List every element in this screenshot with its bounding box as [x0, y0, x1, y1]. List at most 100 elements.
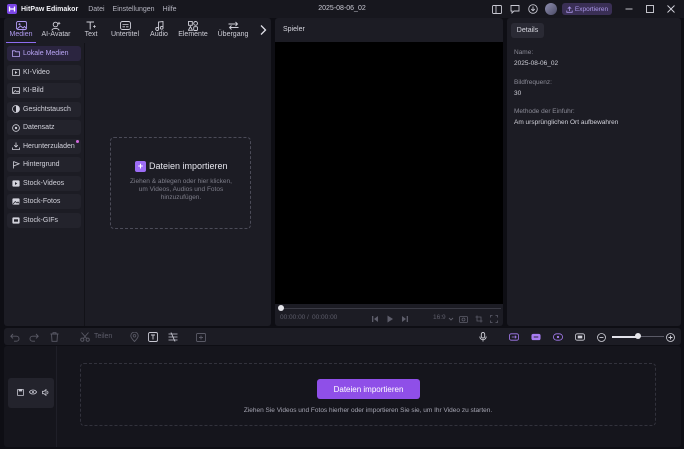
- dataset-icon: [12, 123, 20, 132]
- close-button[interactable]: [663, 0, 679, 18]
- timeline-hint: Ziehen Sie Videos und Fotos hierher oder…: [243, 407, 493, 414]
- category-gesichtstausch[interactable]: Gesichtstausch: [7, 101, 81, 117]
- timeline-toolbar: Teilen: [4, 328, 681, 345]
- add-media-icon[interactable]: [196, 332, 206, 342]
- menu-hilfe[interactable]: Hilfe: [163, 6, 177, 13]
- track-visibility-icon[interactable]: [29, 388, 37, 396]
- media-import-dropzone[interactable]: + Dateien importieren Ziehen & ablegen o…: [110, 137, 251, 229]
- minimize-button[interactable]: [621, 0, 637, 18]
- tab-audio[interactable]: Audio: [144, 18, 174, 43]
- menu-einstellungen[interactable]: Einstellungen: [113, 6, 155, 13]
- tab-elemente[interactable]: Elemente: [174, 18, 212, 43]
- redo-icon[interactable]: [29, 332, 39, 342]
- tab-ai-avatar[interactable]: AI-Avatar: [36, 18, 76, 43]
- subtitle-icon: [119, 20, 131, 31]
- category-label: Stock-Fotos: [23, 198, 61, 205]
- time-separator: /: [307, 314, 309, 321]
- export-label: Exportieren: [574, 5, 609, 13]
- link-tracks-icon[interactable]: [531, 332, 541, 342]
- track-save-icon[interactable]: [16, 388, 24, 396]
- timeline-dropzone[interactable]: Dateien importieren Ziehen Sie Videos un…: [80, 363, 656, 426]
- category-label: KI-Bild: [23, 87, 44, 94]
- category-lokale-medien[interactable]: Lokale Medien: [7, 46, 81, 61]
- microphone-icon[interactable]: [478, 332, 488, 342]
- zoom-slider-handle[interactable]: [635, 333, 641, 339]
- tabs-next-arrow-icon[interactable]: [258, 24, 268, 36]
- snap-icon[interactable]: [509, 332, 519, 342]
- menu-datei[interactable]: Datei: [88, 6, 104, 13]
- user-avatar[interactable]: [545, 3, 557, 15]
- category-stock-fotos[interactable]: Stock-Fotos: [7, 194, 81, 209]
- timeline-import-button[interactable]: Dateien importieren: [317, 379, 420, 399]
- details-panel: Details Name: 2025-08-06_02 Bildfrequenz…: [507, 18, 681, 326]
- tab-uebergang[interactable]: Übergang: [212, 18, 254, 43]
- play-icon[interactable]: [385, 314, 394, 323]
- time-current: 00:00:00: [280, 314, 306, 321]
- timeline-area: Dateien importieren Ziehen Sie Videos un…: [4, 346, 681, 447]
- category-label: Stock-Videos: [23, 179, 65, 187]
- track-audio-icon[interactable]: [42, 388, 50, 396]
- auto-subtitle-icon[interactable]: [168, 332, 178, 342]
- export-button[interactable]: Exportieren: [562, 3, 612, 15]
- media-panel: Medien AI-Avatar Text Untertitel Audio E…: [4, 18, 271, 326]
- magnet-icon[interactable]: [553, 332, 563, 342]
- close-icon: [667, 5, 675, 13]
- stock-video-icon: [12, 179, 20, 187]
- category-label: Datensatz: [23, 124, 55, 131]
- category-herunterzuladen[interactable]: Herunterzuladen: [7, 138, 81, 154]
- chevron-down-icon[interactable]: [446, 314, 455, 323]
- tab-medien-label: Medien: [9, 31, 33, 38]
- category-hintergrund[interactable]: Hintergrund: [7, 157, 81, 172]
- marker-icon[interactable]: [129, 332, 139, 342]
- tab-ai-avatar-label: AI-Avatar: [41, 31, 71, 38]
- video-icon: [12, 68, 20, 76]
- gif-icon: [12, 216, 20, 224]
- category-label: Lokale Medien: [23, 50, 69, 57]
- playback-progress-track[interactable]: [279, 308, 501, 309]
- tab-text-label: Text: [84, 31, 98, 38]
- export-icon: [566, 5, 573, 13]
- delete-icon[interactable]: [49, 332, 59, 342]
- player-panel: Spieler 00:00:00 / 00:00:00 16:9: [275, 18, 503, 326]
- name-label: Name:: [514, 49, 534, 56]
- category-stock-videos[interactable]: Stock-Videos: [7, 175, 81, 191]
- tab-details[interactable]: Details: [511, 23, 544, 38]
- tab-medien[interactable]: Medien: [6, 18, 36, 43]
- aspect-ratio-select[interactable]: 16:9: [433, 314, 446, 321]
- maximize-button[interactable]: [642, 0, 658, 18]
- feedback-icon[interactable]: [509, 3, 521, 15]
- layout-icon[interactable]: [491, 3, 503, 15]
- time-total: 00:00:00: [312, 314, 338, 321]
- tab-untertitel[interactable]: Untertitel: [106, 18, 144, 43]
- previous-frame-icon[interactable]: [370, 314, 379, 323]
- undo-icon[interactable]: [10, 332, 20, 342]
- fullscreen-icon[interactable]: [489, 314, 498, 323]
- split-button[interactable]: Teilen: [94, 333, 112, 340]
- player-controls: 00:00:00 / 00:00:00 16:9: [275, 312, 503, 324]
- scissors-icon[interactable]: [80, 332, 90, 342]
- category-ki-bild[interactable]: KI-Bild: [7, 83, 81, 98]
- category-datensatz[interactable]: Datensatz: [7, 120, 81, 135]
- tab-elemente-label: Elemente: [178, 31, 208, 38]
- minimize-icon: [625, 8, 633, 10]
- import-files-button[interactable]: + Dateien importieren: [135, 160, 235, 172]
- crop-icon[interactable]: [474, 314, 483, 323]
- add-text-icon[interactable]: [148, 332, 158, 342]
- category-label: KI-Video: [23, 68, 50, 76]
- zoom-in-icon[interactable]: [665, 332, 675, 342]
- plus-icon: +: [135, 160, 146, 172]
- preview-screen[interactable]: [275, 42, 503, 304]
- category-list: Lokale Medien KI-Video KI-Bild Gesichtst…: [7, 46, 81, 231]
- snapshot-icon[interactable]: [459, 314, 468, 323]
- download-manager-icon[interactable]: [527, 3, 539, 15]
- tab-text[interactable]: Text: [76, 18, 106, 43]
- maximize-icon: [646, 5, 654, 13]
- notification-badge: [76, 139, 79, 143]
- category-ki-video[interactable]: KI-Video: [7, 64, 81, 80]
- zoom-out-icon[interactable]: [596, 332, 606, 342]
- playback-progress-handle[interactable]: [278, 305, 284, 311]
- app-name: HitPaw Edimakor: [21, 5, 79, 13]
- preview-quality-icon[interactable]: [575, 332, 585, 342]
- next-frame-icon[interactable]: [400, 314, 409, 323]
- category-stock-gifs[interactable]: Stock-GIFs: [7, 212, 81, 228]
